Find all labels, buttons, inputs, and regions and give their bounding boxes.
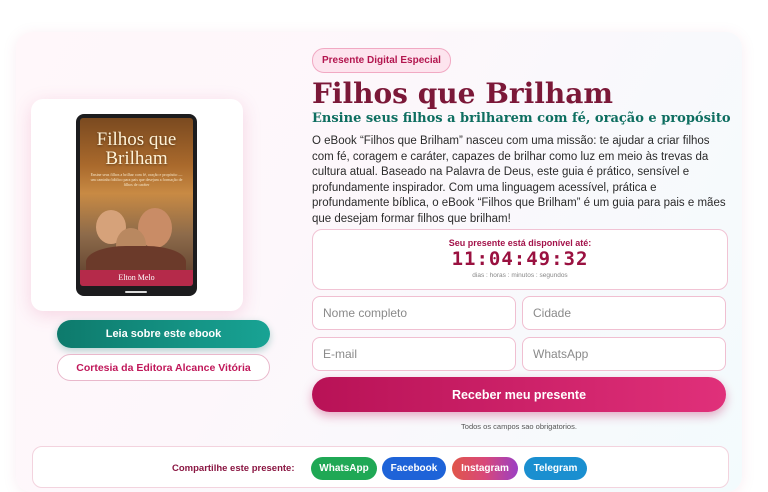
- share-label: Compartilhe este presente:: [172, 463, 295, 474]
- cover-title: Filhos que Brilham: [80, 130, 193, 168]
- ebook-description: O eBook “Filhos que Brilham” nasceu com …: [312, 135, 726, 225]
- share-whatsapp-button[interactable]: WhatsApp: [311, 457, 377, 480]
- page-title: Filhos que Brilham: [312, 77, 614, 110]
- cover-author: Elton Melo: [80, 270, 193, 286]
- whatsapp-field[interactable]: [522, 337, 726, 371]
- book-cover-tablet: Filhos que Brilham Ensine seus filhos a …: [76, 114, 197, 296]
- cover-subtitle: Ensine seus filhos a brilhar com fé, ora…: [90, 172, 183, 187]
- page-subtitle: Ensine seus filhos a brilharem com fé, o…: [312, 111, 731, 126]
- city-field[interactable]: [522, 296, 726, 330]
- cover-title-line1: Filhos que: [96, 129, 177, 150]
- gift-badge: Presente Digital Especial: [312, 48, 451, 73]
- countdown-label: Seu presente está disponível até:: [448, 238, 592, 248]
- read-about-ebook-button[interactable]: Leia sobre este ebook: [57, 320, 270, 348]
- required-fields-note: Todos os campos sao obrigatorios.: [461, 422, 577, 431]
- countdown-timer: 11:04:49:32: [451, 248, 589, 270]
- share-instagram-button[interactable]: Instagram: [452, 457, 518, 480]
- share-bar: [32, 446, 729, 488]
- publisher-courtesy-button[interactable]: Cortesia da Editora Alcance Vitória: [57, 354, 270, 381]
- cover-title-line2: Brilham: [105, 148, 168, 169]
- tablet-home-bar: [125, 291, 147, 293]
- name-field[interactable]: [312, 296, 516, 330]
- email-field[interactable]: [312, 337, 516, 371]
- share-facebook-button[interactable]: Facebook: [382, 457, 446, 480]
- receive-gift-button[interactable]: Receber meu presente: [312, 377, 726, 412]
- book-cover-image: Filhos que Brilham Ensine seus filhos a …: [80, 118, 193, 286]
- countdown-box: Seu presente está disponível até: 11:04:…: [312, 229, 728, 290]
- countdown-units: dias : horas : minutos : segundos: [472, 272, 568, 279]
- share-telegram-button[interactable]: Telegram: [524, 457, 587, 480]
